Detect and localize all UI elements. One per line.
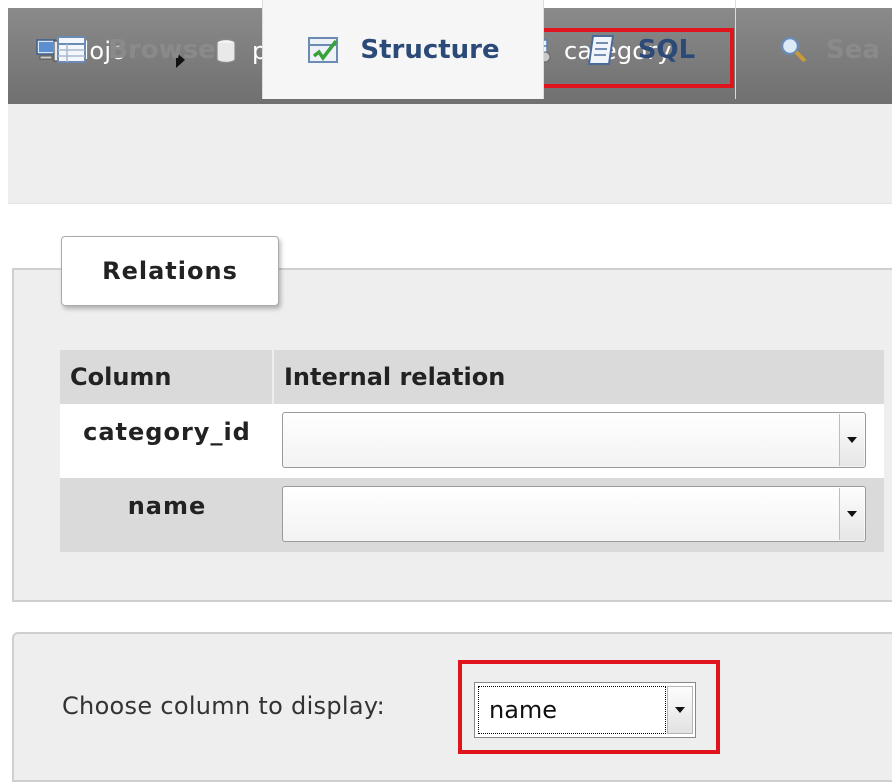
table-header-row: Column Internal relation <box>60 350 884 404</box>
tab-search-label: Sea <box>826 34 880 65</box>
tab-structure-label: Structure <box>360 34 500 65</box>
search-icon <box>776 32 812 68</box>
sql-icon <box>584 32 620 68</box>
dropdown-arrow-icon[interactable] <box>839 488 864 540</box>
internal-relation-select[interactable] <box>282 412 866 468</box>
tab-search[interactable]: Sea <box>736 0 892 99</box>
tab-sql[interactable]: SQL <box>544 0 736 99</box>
header-internal-relation: Internal relation <box>274 350 884 404</box>
tab-structure[interactable]: Structure <box>262 0 544 99</box>
row-column-name: name <box>127 492 207 520</box>
tab-browse[interactable]: Browse <box>8 0 262 99</box>
row-relation-cell <box>274 478 884 552</box>
display-column-label: Choose column to display: <box>62 692 385 720</box>
tab-browse-label: Browse <box>108 34 216 65</box>
table-row: name <box>60 478 884 552</box>
row-relation-cell <box>274 404 884 478</box>
browse-icon <box>54 32 90 68</box>
internal-relation-select[interactable] <box>282 486 866 542</box>
row-column-name: category_id <box>83 418 251 446</box>
tab-sql-label: SQL <box>637 34 696 65</box>
dropdown-arrow-icon[interactable] <box>839 414 864 466</box>
header-column: Column <box>60 350 272 404</box>
table-row: category_id <box>60 404 884 478</box>
structure-icon <box>306 32 342 68</box>
tab-bar <box>8 104 892 204</box>
highlight-box-display-column <box>458 660 720 754</box>
relations-legend: Relations <box>61 236 279 306</box>
